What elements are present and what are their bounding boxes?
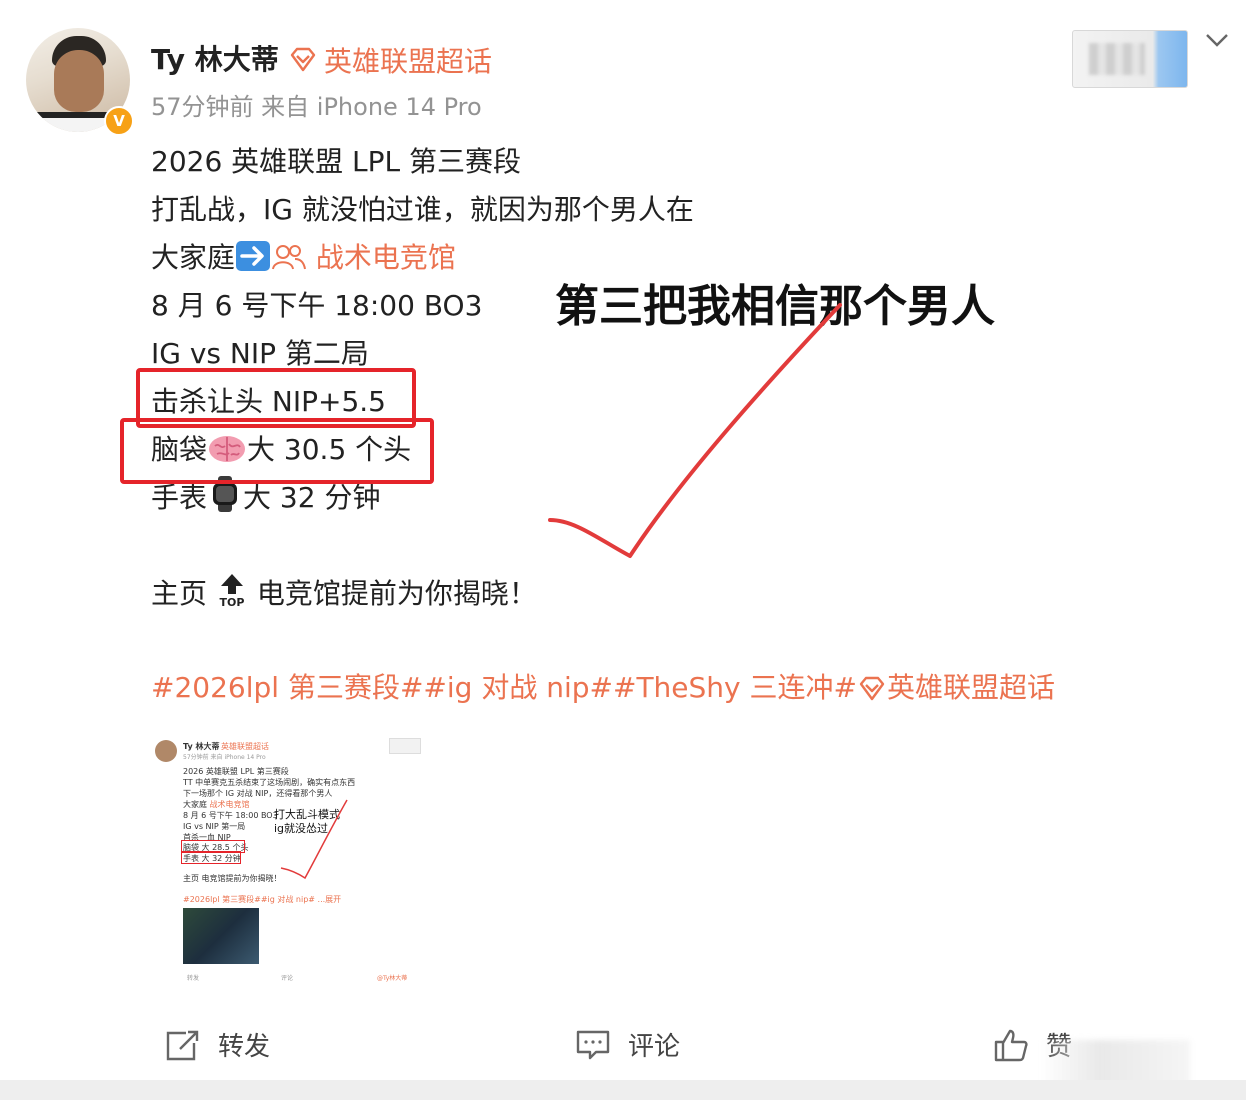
thumb-comment: 评论 xyxy=(281,975,294,982)
comment-label: 评论 xyxy=(628,1032,681,1062)
verified-icon: V xyxy=(104,106,134,136)
footer-divider xyxy=(0,1080,1246,1100)
repost-label: 转发 xyxy=(218,1032,271,1062)
comment-button[interactable]: 评论 xyxy=(576,1026,680,1063)
repost-button[interactable]: 转发 xyxy=(166,1026,270,1063)
topic-link[interactable]: 英雄联盟超话 xyxy=(288,40,492,80)
diamond-icon xyxy=(857,676,887,709)
highlight-box xyxy=(120,418,434,484)
thumb-watermark: @Ty林大蒂 xyxy=(377,975,408,982)
follow-button[interactable] xyxy=(1072,30,1188,88)
top-arrow-emoji: TOP xyxy=(216,572,248,623)
svg-text:TOP: TOP xyxy=(219,596,244,608)
topic-label: 英雄联盟超话 xyxy=(324,45,493,78)
diamond-icon xyxy=(290,47,316,72)
thumb-repost: 转发 xyxy=(187,975,200,982)
post-line: 2026 英雄联盟 LPL 第三赛段 xyxy=(151,145,522,178)
people-icon xyxy=(271,239,307,287)
post-image[interactable]: Ty 林大蒂 英雄联盟超话 57分钟前 来自 iPhone 14 Pro 202… xyxy=(151,728,436,986)
post-line: 主页 TOP 电竞馆提前为你揭晓！ xyxy=(151,570,694,618)
post-line: 打乱战，IG 就没怕过谁，就因为那个男人在 xyxy=(151,193,694,226)
right-arrow-emoji xyxy=(235,239,271,287)
thumb-video xyxy=(183,908,259,964)
username[interactable]: Ty 林大蒂 xyxy=(151,38,279,78)
chevron-down-icon[interactable] xyxy=(1204,30,1230,50)
like-icon xyxy=(994,1029,1028,1061)
post-meta: 57分钟前 来自 iPhone 14 Pro xyxy=(151,93,482,121)
repost-icon xyxy=(166,1030,199,1060)
comment-icon xyxy=(576,1030,610,1059)
hashtags[interactable]: #2026lpl 第三赛段##ig 对战 nip##TheShy 三连冲# 英雄联… xyxy=(151,666,1055,709)
handwritten-annotation: 第三把我相信那个男人 xyxy=(555,281,995,332)
venue-link[interactable]: 战术电竞馆 xyxy=(271,241,456,274)
